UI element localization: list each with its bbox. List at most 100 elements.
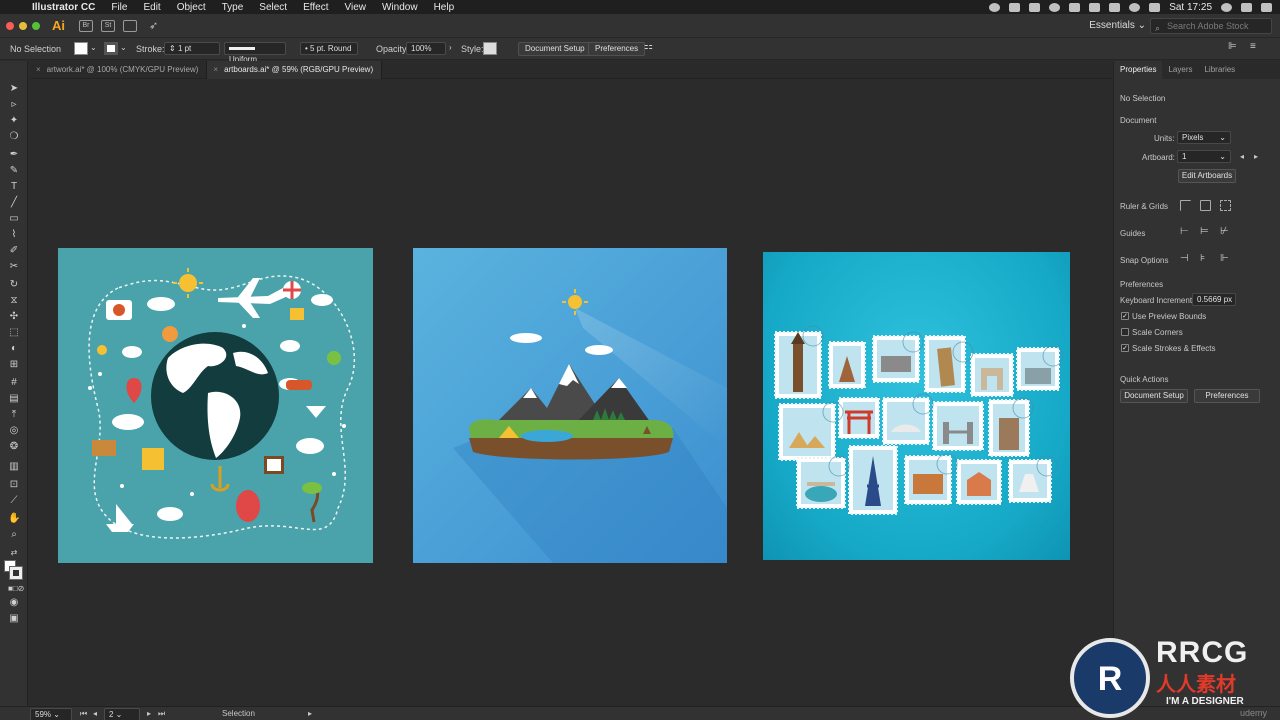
canvas[interactable] <box>29 80 1112 706</box>
stock-icon[interactable]: St <box>101 19 115 32</box>
scale-strokes-checkbox[interactable]: ✓ <box>1121 344 1129 352</box>
mesh-tool-icon[interactable]: # <box>8 377 20 388</box>
units-select[interactable]: Pixels ⌄ <box>1177 131 1231 144</box>
keyboard-increment-field[interactable]: 0.5669 px <box>1192 293 1236 306</box>
tab-artwork[interactable]: × artwork.ai* @ 100% (CMYK/GPU Preview) <box>30 61 208 79</box>
search-stock-input[interactable]: ⌕ Search Adobe Stock <box>1150 18 1272 34</box>
artboard-tool-icon[interactable]: ⊡ <box>8 479 20 490</box>
panel-menu-icon[interactable]: ≡ <box>1250 41 1256 52</box>
close-tab-icon[interactable]: × <box>36 65 41 74</box>
graphic-style-swatch[interactable] <box>483 42 497 55</box>
slice-tool-icon[interactable]: ⟋ <box>8 495 20 506</box>
status-menu-icon[interactable]: ▸ <box>308 709 312 718</box>
bridge-icon[interactable]: Br <box>79 19 93 32</box>
document-setup-button[interactable]: Document Setup <box>1120 389 1188 403</box>
show-guides-icon[interactable]: ⊢ <box>1180 226 1189 237</box>
menu-type[interactable]: Type <box>214 2 252 13</box>
color-mode-icon[interactable]: ■□⊘ <box>8 583 24 594</box>
first-artboard-icon[interactable]: ⏮ <box>80 709 87 719</box>
clock[interactable]: Sat 17:25 <box>1169 2 1212 13</box>
fill-swatch[interactable] <box>74 42 88 55</box>
snap-to-point-icon[interactable]: ⊧ <box>1200 253 1205 264</box>
previous-artboard-icon[interactable]: ◂ <box>93 709 97 718</box>
menu-object[interactable]: Object <box>169 2 214 13</box>
puppet-warp-tool-icon[interactable]: ✣ <box>8 311 20 322</box>
column-graph-tool-icon[interactable]: ▥ <box>8 461 20 472</box>
width-tool-icon[interactable]: ⧖ <box>8 295 20 306</box>
paintbrush-tool-icon[interactable]: ⌇ <box>8 229 20 240</box>
menu-edit[interactable]: Edit <box>135 2 168 13</box>
stroke-dropdown-icon[interactable]: ⌄ <box>120 43 127 52</box>
lock-guides-icon[interactable]: ⊨ <box>1200 226 1209 237</box>
zoom-window-button[interactable] <box>32 21 40 30</box>
blend-tool-icon[interactable]: ◎ <box>8 425 20 436</box>
menu-help[interactable]: Help <box>426 2 463 13</box>
rotate-tool-icon[interactable]: ↻ <box>8 279 20 290</box>
menu-select[interactable]: Select <box>251 2 295 13</box>
spotlight-icon[interactable] <box>1241 2 1252 12</box>
artboard-travel-globe[interactable] <box>58 248 373 563</box>
rulers-icon[interactable] <box>1180 200 1191 211</box>
arrange-icon[interactable]: ⚏ <box>644 41 653 52</box>
document-setup-button[interactable]: Document Setup <box>518 42 592 56</box>
menu-file[interactable]: File <box>103 2 135 13</box>
dropbox-icon[interactable] <box>1069 2 1081 12</box>
artboard-floating-island[interactable] <box>413 248 727 563</box>
direct-selection-tool-icon[interactable]: ▹ <box>8 99 20 110</box>
gradient-tool-icon[interactable]: ▤ <box>8 393 20 404</box>
swap-colors-icon[interactable]: ⇄ <box>8 547 20 558</box>
rectangle-tool-icon[interactable]: ▭ <box>8 213 20 224</box>
line-tool-icon[interactable]: ╱ <box>8 197 20 208</box>
stroke-color-swatch[interactable] <box>9 566 23 580</box>
minimize-window-button[interactable] <box>19 21 27 30</box>
free-transform-tool-icon[interactable]: ⬚ <box>8 327 20 338</box>
use-preview-bounds-checkbox[interactable]: ✓ <box>1121 312 1129 320</box>
preferences-button[interactable]: Preferences <box>1194 389 1260 403</box>
menu-view[interactable]: View <box>336 2 374 13</box>
tab-artboards[interactable]: × artboards.ai* @ 59% (RGB/GPU Preview) <box>207 61 383 79</box>
user-avatar-icon[interactable] <box>1221 2 1232 12</box>
display-icon[interactable] <box>1009 2 1021 12</box>
smart-guides-icon[interactable]: ⊬ <box>1220 226 1229 237</box>
notification-list-icon[interactable] <box>1261 2 1272 12</box>
last-artboard-icon[interactable]: ⏭ <box>158 709 165 719</box>
transparency-grid-icon[interactable] <box>1220 200 1231 211</box>
scissors-tool-icon[interactable]: ✂ <box>8 261 20 272</box>
lasso-tool-icon[interactable]: ❍ <box>8 131 20 142</box>
previous-artboard-icon[interactable]: ◂ <box>1240 152 1244 161</box>
keyboard-flag-icon[interactable] <box>1149 2 1161 12</box>
close-tab-icon[interactable]: × <box>213 65 218 74</box>
next-artboard-icon[interactable]: ▸ <box>147 709 151 718</box>
artboard-select[interactable]: 1 ⌄ <box>1177 150 1231 163</box>
selection-tool-icon[interactable]: ➤ <box>8 83 20 94</box>
status-icon[interactable] <box>989 2 1001 12</box>
forward-icon[interactable] <box>1029 2 1041 12</box>
tab-layers[interactable]: Layers <box>1162 61 1198 79</box>
zoom-tool-icon[interactable]: ⌕ <box>8 529 20 540</box>
stroke-weight-field[interactable]: ⇕ 1 pt <box>164 42 220 55</box>
next-artboard-icon[interactable]: ▸ <box>1254 152 1258 161</box>
opacity-arrow-icon[interactable]: › <box>449 43 452 52</box>
volume-icon[interactable] <box>1109 2 1121 12</box>
scale-corners-checkbox[interactable] <box>1121 328 1129 336</box>
opacity-field[interactable]: 100% <box>406 42 446 55</box>
snap-to-pixel-icon[interactable]: ⊩ <box>1220 253 1229 264</box>
wifi-icon[interactable] <box>1129 2 1141 12</box>
battery-icon[interactable] <box>1089 2 1101 12</box>
curvature-tool-icon[interactable]: ✎ <box>8 165 20 176</box>
tab-properties[interactable]: Properties <box>1114 61 1163 79</box>
brush-definition[interactable]: • 5 pt. Round <box>300 42 358 55</box>
grid-icon[interactable] <box>1200 200 1211 211</box>
screen-mode-icon[interactable]: ▣ <box>8 613 20 624</box>
arrange-documents-icon[interactable] <box>123 19 137 32</box>
align-icon[interactable]: ⊫ <box>1228 41 1237 52</box>
magic-wand-tool-icon[interactable]: ✦ <box>8 115 20 126</box>
stroke-swatch[interactable] <box>104 42 118 55</box>
creative-cloud-icon[interactable] <box>1049 2 1061 12</box>
draw-mode-icon[interactable]: ◉ <box>8 597 20 608</box>
edit-artboards-button[interactable]: Edit Artboards <box>1178 169 1236 183</box>
artboard-number-select[interactable]: 2 ⌄ <box>104 708 140 720</box>
shaper-tool-icon[interactable]: ✐ <box>8 245 20 256</box>
type-tool-icon[interactable]: T <box>8 181 20 192</box>
eyedropper-tool-icon[interactable]: ⤒ <box>8 409 20 420</box>
